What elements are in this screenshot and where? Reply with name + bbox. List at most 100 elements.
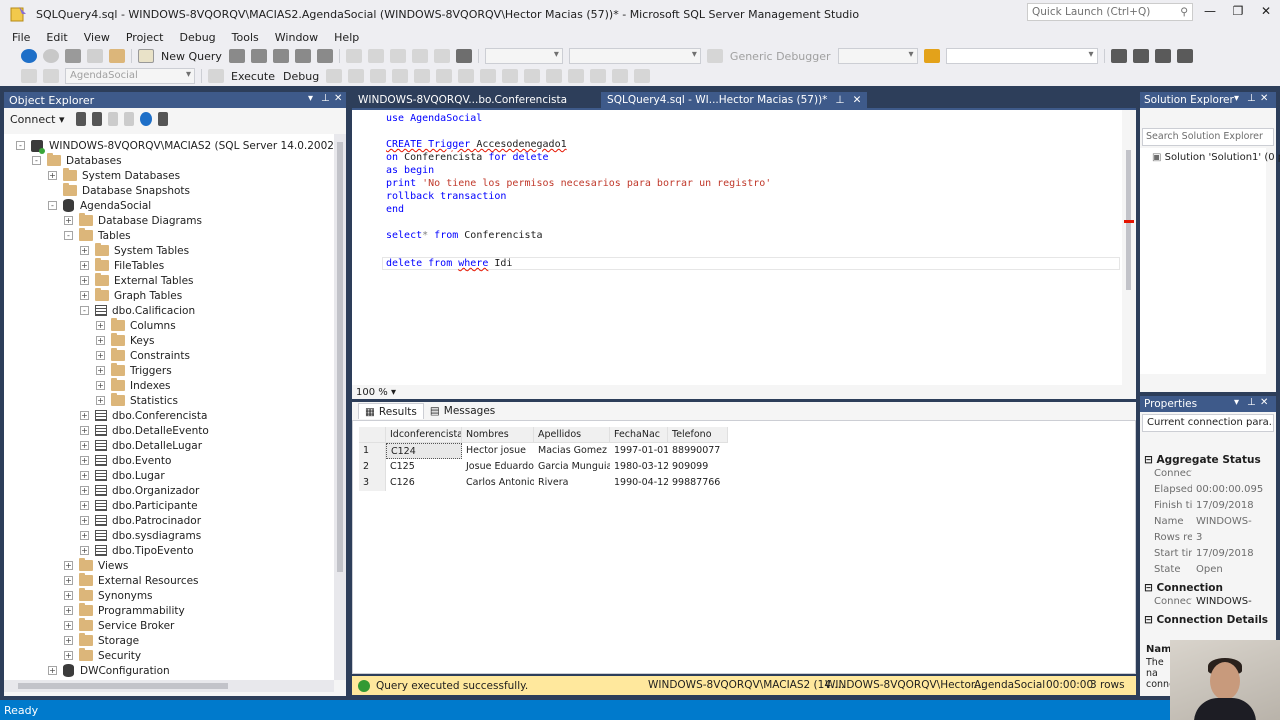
- grid-cell[interactable]: C126: [386, 475, 462, 491]
- solution-search-input[interactable]: Search Solution Explorer: [1142, 128, 1274, 146]
- window-layout-icon[interactable]: [1176, 49, 1193, 63]
- property-row[interactable]: Connection: [1140, 468, 1276, 484]
- results-to-file-icon[interactable]: [546, 69, 563, 83]
- expander-icon[interactable]: +: [80, 486, 89, 495]
- expander-icon[interactable]: +: [80, 291, 89, 300]
- expander-icon[interactable]: +: [48, 666, 57, 675]
- toolbox-icon[interactable]: [1154, 49, 1171, 63]
- tree-node[interactable]: - Tables: [64, 228, 131, 243]
- menu-tools[interactable]: Tools: [224, 31, 267, 44]
- tree-node[interactable]: + Triggers: [96, 363, 172, 378]
- grid-cell[interactable]: 88990077: [668, 443, 728, 459]
- panel-dropdown-icon[interactable]: ▾: [1234, 93, 1239, 104]
- db-query-icon[interactable]: [228, 49, 245, 63]
- comment-icon[interactable]: [568, 69, 585, 83]
- expander-icon[interactable]: -: [48, 201, 57, 210]
- tree-node[interactable]: + dbo.Organizador: [80, 483, 199, 498]
- maximize-button[interactable]: ❐: [1224, 4, 1252, 22]
- row-number[interactable]: 3: [359, 475, 386, 491]
- undo-icon[interactable]: [411, 49, 428, 63]
- column-header[interactable]: Nombres: [462, 427, 534, 443]
- tree-node[interactable]: + External Tables: [80, 273, 194, 288]
- expander-icon[interactable]: +: [96, 321, 105, 330]
- close-button[interactable]: ✕: [1252, 4, 1280, 22]
- menu-view[interactable]: View: [76, 31, 118, 44]
- stop-icon[interactable]: [107, 112, 118, 126]
- scroll-thumb[interactable]: [337, 142, 343, 572]
- property-category[interactable]: ⊟ Connection Details: [1140, 612, 1276, 628]
- menu-debug[interactable]: Debug: [171, 31, 223, 44]
- solution-config-combo[interactable]: [484, 48, 563, 64]
- tree-node[interactable]: + dbo.DetalleEvento: [80, 423, 209, 438]
- parse-icon[interactable]: [348, 69, 365, 83]
- menu-edit[interactable]: Edit: [38, 31, 75, 44]
- tree-node[interactable]: + Synonyms: [64, 588, 153, 603]
- horizontal-scrollbar[interactable]: [4, 680, 334, 692]
- grid-cell[interactable]: Garcia Munguia: [534, 459, 610, 475]
- tree-node[interactable]: + Graph Tables: [80, 288, 182, 303]
- tree-node[interactable]: + Database Diagrams: [64, 213, 202, 228]
- expander-icon[interactable]: +: [80, 516, 89, 525]
- intellisense-icon[interactable]: [414, 69, 431, 83]
- menu-help[interactable]: Help: [326, 31, 367, 44]
- expander-icon[interactable]: +: [64, 591, 73, 600]
- menu-window[interactable]: Window: [267, 31, 326, 44]
- grid-cell[interactable]: C125: [386, 459, 462, 475]
- new-project-icon[interactable]: [65, 49, 81, 63]
- forward-icon[interactable]: [43, 49, 59, 63]
- connect-icon[interactable]: [21, 69, 37, 83]
- menu-project[interactable]: Project: [118, 31, 172, 44]
- tree-node[interactable]: + System Databases: [48, 168, 180, 183]
- tree-node[interactable]: + dbo.Evento: [80, 453, 171, 468]
- activity-icon[interactable]: [157, 112, 168, 126]
- available-databases-combo[interactable]: AgendaSocial: [65, 68, 195, 84]
- execute-icon[interactable]: [208, 69, 224, 83]
- tree-node[interactable]: + Columns: [96, 318, 176, 333]
- tab-messages[interactable]: ▤ Messages: [424, 403, 501, 419]
- grid-cell[interactable]: Macias Gomez: [534, 443, 610, 459]
- grid-corner[interactable]: [359, 427, 386, 443]
- expander-icon[interactable]: +: [64, 621, 73, 630]
- expander-icon[interactable]: +: [80, 441, 89, 450]
- pin-icon[interactable]: ⊥: [321, 93, 330, 104]
- debug-target-combo[interactable]: [837, 48, 918, 64]
- property-row[interactable]: Connection WINDOWS-: [1140, 596, 1276, 612]
- new-query-button[interactable]: New Query: [161, 50, 222, 63]
- execute-button[interactable]: Execute: [231, 70, 275, 83]
- mdx-query-icon[interactable]: [250, 49, 267, 63]
- row-number[interactable]: 2: [359, 459, 386, 475]
- property-row[interactable]: Rows retur 3: [1140, 532, 1276, 548]
- tree-node[interactable]: + Service Broker: [64, 618, 174, 633]
- new-query-icon[interactable]: [138, 49, 154, 63]
- tree-node[interactable]: - WINDOWS-8VQORQV\MACIAS2 (SQL Server 14.…: [16, 138, 334, 154]
- increase-indent-icon[interactable]: [634, 69, 651, 83]
- quick-launch-input[interactable]: Quick Launch (Ctrl+Q) ⚲: [1027, 3, 1193, 21]
- tree-node[interactable]: + FileTables: [80, 258, 164, 273]
- grid-cell[interactable]: 99887766: [668, 475, 728, 491]
- tree-node[interactable]: + dbo.TipoEvento: [80, 543, 194, 558]
- solution-node[interactable]: ▣ Solution 'Solution1' (0 p: [1152, 152, 1280, 163]
- close-panel-icon[interactable]: ✕: [1260, 93, 1268, 104]
- tree-node[interactable]: + dbo.sysdiagrams: [80, 528, 201, 543]
- column-header[interactable]: Telefono: [668, 427, 728, 443]
- tree-node[interactable]: + Indexes: [96, 378, 171, 393]
- expander-icon[interactable]: +: [64, 561, 73, 570]
- scroll-thumb[interactable]: [18, 683, 228, 689]
- grid-cell[interactable]: Hector josue: [462, 443, 534, 459]
- query-designer-icon[interactable]: [392, 69, 409, 83]
- properties-object-combo[interactable]: Current connection para...: [1142, 414, 1274, 432]
- redo-icon[interactable]: [433, 49, 450, 63]
- expander-icon[interactable]: +: [80, 426, 89, 435]
- tree-node[interactable]: + dbo.Conferencista: [80, 408, 207, 423]
- expander-icon[interactable]: -: [80, 306, 89, 315]
- panel-dropdown-icon[interactable]: ▾: [308, 93, 313, 104]
- close-tab-icon[interactable]: ✕: [853, 94, 862, 106]
- query-editor[interactable]: use AgendaSocial CREATE Trigger Accesode…: [352, 108, 1136, 395]
- dmx-query-icon[interactable]: [272, 49, 289, 63]
- property-row[interactable]: State Open: [1140, 564, 1276, 580]
- expander-icon[interactable]: +: [64, 651, 73, 660]
- copy-icon[interactable]: [367, 49, 384, 63]
- expander-icon[interactable]: +: [64, 636, 73, 645]
- tree-node[interactable]: Database Snapshots: [48, 183, 190, 198]
- grid-cell[interactable]: 909099: [668, 459, 728, 475]
